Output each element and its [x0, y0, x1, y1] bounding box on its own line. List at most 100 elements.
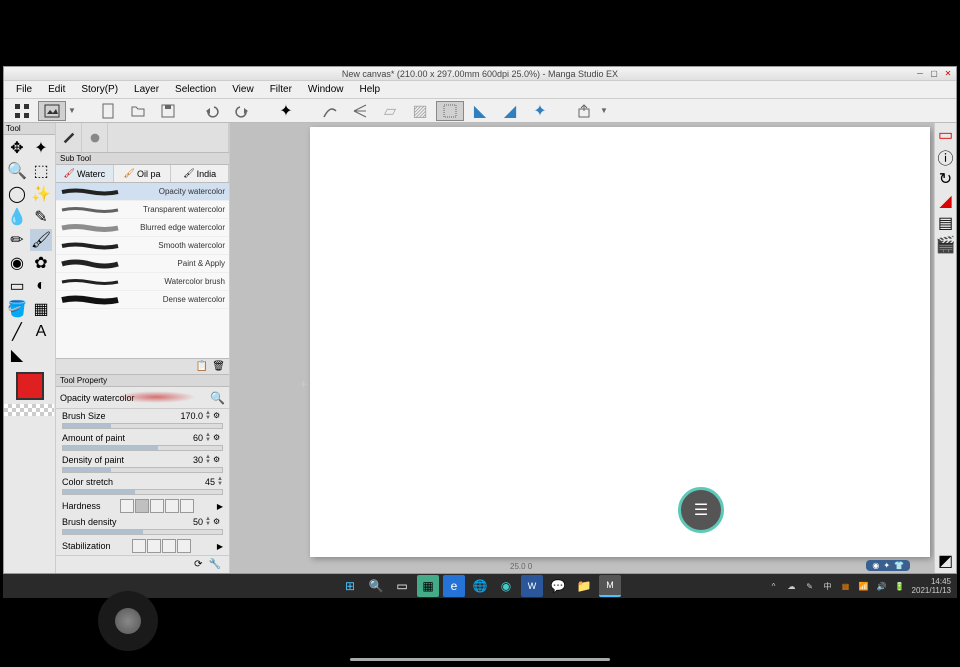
brush-category-3[interactable]: [108, 123, 229, 152]
rotate-button[interactable]: ✦: [526, 101, 554, 121]
gradient-tool[interactable]: ▦: [30, 298, 52, 320]
home-indicator[interactable]: [350, 658, 610, 661]
brush-item-smooth[interactable]: Smooth watercolor: [56, 237, 229, 255]
joystick-knob[interactable]: [115, 608, 141, 634]
zoom-tool[interactable]: 🔍: [6, 160, 28, 182]
edge-app[interactable]: e: [443, 575, 465, 597]
chrome-app[interactable]: 🌐: [469, 575, 491, 597]
maximize-button[interactable]: ▢: [928, 67, 940, 79]
menu-window[interactable]: Window: [300, 84, 352, 95]
menu-view[interactable]: View: [224, 84, 262, 95]
stabilization-expand-icon[interactable]: ▶: [217, 542, 223, 551]
brush-item-blurred[interactable]: Blurred edge watercolor: [56, 219, 229, 237]
move-tool[interactable]: ✥: [6, 137, 28, 159]
word-app[interactable]: W: [521, 575, 543, 597]
view-dropdown-icon[interactable]: ▼: [68, 106, 78, 115]
task-view-button[interactable]: ▭: [391, 575, 413, 597]
brush-category-1[interactable]: [56, 123, 82, 152]
density-slider[interactable]: [62, 467, 223, 473]
brush-tool[interactable]: 🖌: [30, 229, 52, 251]
property-reset-icon[interactable]: ⟳: [194, 559, 202, 570]
selection-tool[interactable]: ⬚: [30, 160, 52, 182]
brush-density-value[interactable]: 50: [173, 517, 203, 527]
new-file-button[interactable]: [94, 101, 122, 121]
layers-icon[interactable]: ▤: [938, 215, 954, 231]
subtool-tab-watercolor[interactable]: 🖌Waterc: [56, 165, 114, 182]
taskbar-clock[interactable]: 14:45 2021/11/13: [912, 577, 951, 595]
hardness-boxes[interactable]: [120, 499, 194, 513]
menu-edit[interactable]: Edit: [40, 84, 73, 95]
density-stepper[interactable]: ▲▼: [205, 455, 211, 465]
eyedropper-tool[interactable]: 💧: [6, 206, 28, 228]
brush-item-paint-apply[interactable]: Paint & Apply: [56, 255, 229, 273]
brush-density-settings-icon[interactable]: ⚙: [213, 517, 223, 527]
menu-file[interactable]: File: [8, 84, 40, 95]
menu-filter[interactable]: Filter: [262, 84, 300, 95]
brush-category-2[interactable]: [82, 123, 108, 152]
property-wrench-icon[interactable]: 🔧: [209, 559, 221, 570]
grid-view-button[interactable]: [8, 101, 36, 121]
lasso-tool[interactable]: ◯: [6, 183, 28, 205]
line-tool[interactable]: ╱: [6, 321, 28, 343]
pencil-tool[interactable]: ✏: [6, 229, 28, 251]
fill-tool[interactable]: 🪣: [6, 298, 28, 320]
blend-tool[interactable]: ◐: [30, 275, 52, 297]
brush-item-dense[interactable]: Dense watercolor: [56, 291, 229, 309]
brush-item-opacity[interactable]: Opacity watercolor: [56, 183, 229, 201]
menu-selection[interactable]: Selection: [167, 84, 224, 95]
stretch-value[interactable]: 45: [185, 477, 215, 487]
brush-density-slider[interactable]: [62, 529, 223, 535]
amount-slider[interactable]: [62, 445, 223, 451]
brush-size-value[interactable]: 170.0: [173, 411, 203, 421]
tray-volume-icon[interactable]: 🔊: [876, 580, 888, 592]
flip-horizontal-button[interactable]: ◣: [466, 101, 494, 121]
save-button[interactable]: [154, 101, 182, 121]
density-settings-icon[interactable]: ⚙: [213, 455, 223, 465]
tray-app-icon[interactable]: ▦: [840, 580, 852, 592]
tray-expand-icon[interactable]: ^: [768, 580, 780, 592]
tray-wifi-icon[interactable]: 📶: [858, 580, 870, 592]
eraser-tool[interactable]: ▭: [6, 275, 28, 297]
new-brush-icon[interactable]: 📋: [196, 361, 208, 372]
floating-menu-button[interactable]: ☰: [678, 487, 724, 533]
grid-snap-button[interactable]: [436, 101, 464, 121]
property-detail-icon[interactable]: 🔍: [210, 391, 225, 405]
amount-stepper[interactable]: ▲▼: [205, 433, 211, 443]
delete-brush-icon[interactable]: 🗑: [212, 361, 225, 372]
hardness-expand-icon[interactable]: ▶: [217, 502, 223, 511]
menu-layer[interactable]: Layer: [126, 84, 167, 95]
density-value[interactable]: 30: [173, 455, 203, 465]
canvas-area[interactable]: + + ☰ 25.0 0 ◉ ✦ 👕: [230, 123, 934, 573]
open-file-button[interactable]: [124, 101, 152, 121]
menu-story[interactable]: Story(P): [73, 84, 126, 95]
stretch-slider[interactable]: [62, 489, 223, 495]
tray-ime-icon[interactable]: 中: [822, 580, 834, 592]
explorer-app[interactable]: 📁: [573, 575, 595, 597]
tray-onedrive-icon[interactable]: ☁: [786, 580, 798, 592]
brush-size-settings-icon[interactable]: ⚙: [213, 411, 223, 421]
materials-icon[interactable]: ◩: [938, 553, 954, 569]
airbrush-tool[interactable]: ◉: [6, 252, 28, 274]
wand-tool[interactable]: ✨: [30, 183, 52, 205]
image-view-button[interactable]: [38, 101, 66, 121]
brush-size-stepper[interactable]: ▲▼: [205, 411, 211, 421]
widgets-button[interactable]: ▦: [417, 575, 439, 597]
menu-help[interactable]: Help: [352, 84, 389, 95]
pen-tool[interactable]: ✎: [30, 206, 52, 228]
ruler-tool[interactable]: ◣: [6, 344, 28, 366]
tray-pen-icon[interactable]: ✎: [804, 580, 816, 592]
perspective-snap-button[interactable]: [346, 101, 374, 121]
export-dropdown-icon[interactable]: ▼: [600, 106, 610, 115]
flip-vertical-button[interactable]: ◢: [496, 101, 524, 121]
minimize-button[interactable]: ─: [914, 67, 926, 79]
virtual-joystick[interactable]: [98, 591, 158, 651]
start-button[interactable]: ⊞: [339, 575, 361, 597]
subtool-tab-oil[interactable]: 🖌Oil pa: [114, 165, 172, 182]
text-tool[interactable]: A: [30, 321, 52, 343]
stabilization-boxes[interactable]: [132, 539, 191, 553]
subtool-tab-india[interactable]: 🖌India: [171, 165, 229, 182]
status-pill[interactable]: ◉ ✦ 👕: [866, 560, 910, 571]
tray-battery-icon[interactable]: 🔋: [894, 580, 906, 592]
color-icon[interactable]: ◢: [938, 193, 954, 209]
decoration-tool[interactable]: ✿: [30, 252, 52, 274]
